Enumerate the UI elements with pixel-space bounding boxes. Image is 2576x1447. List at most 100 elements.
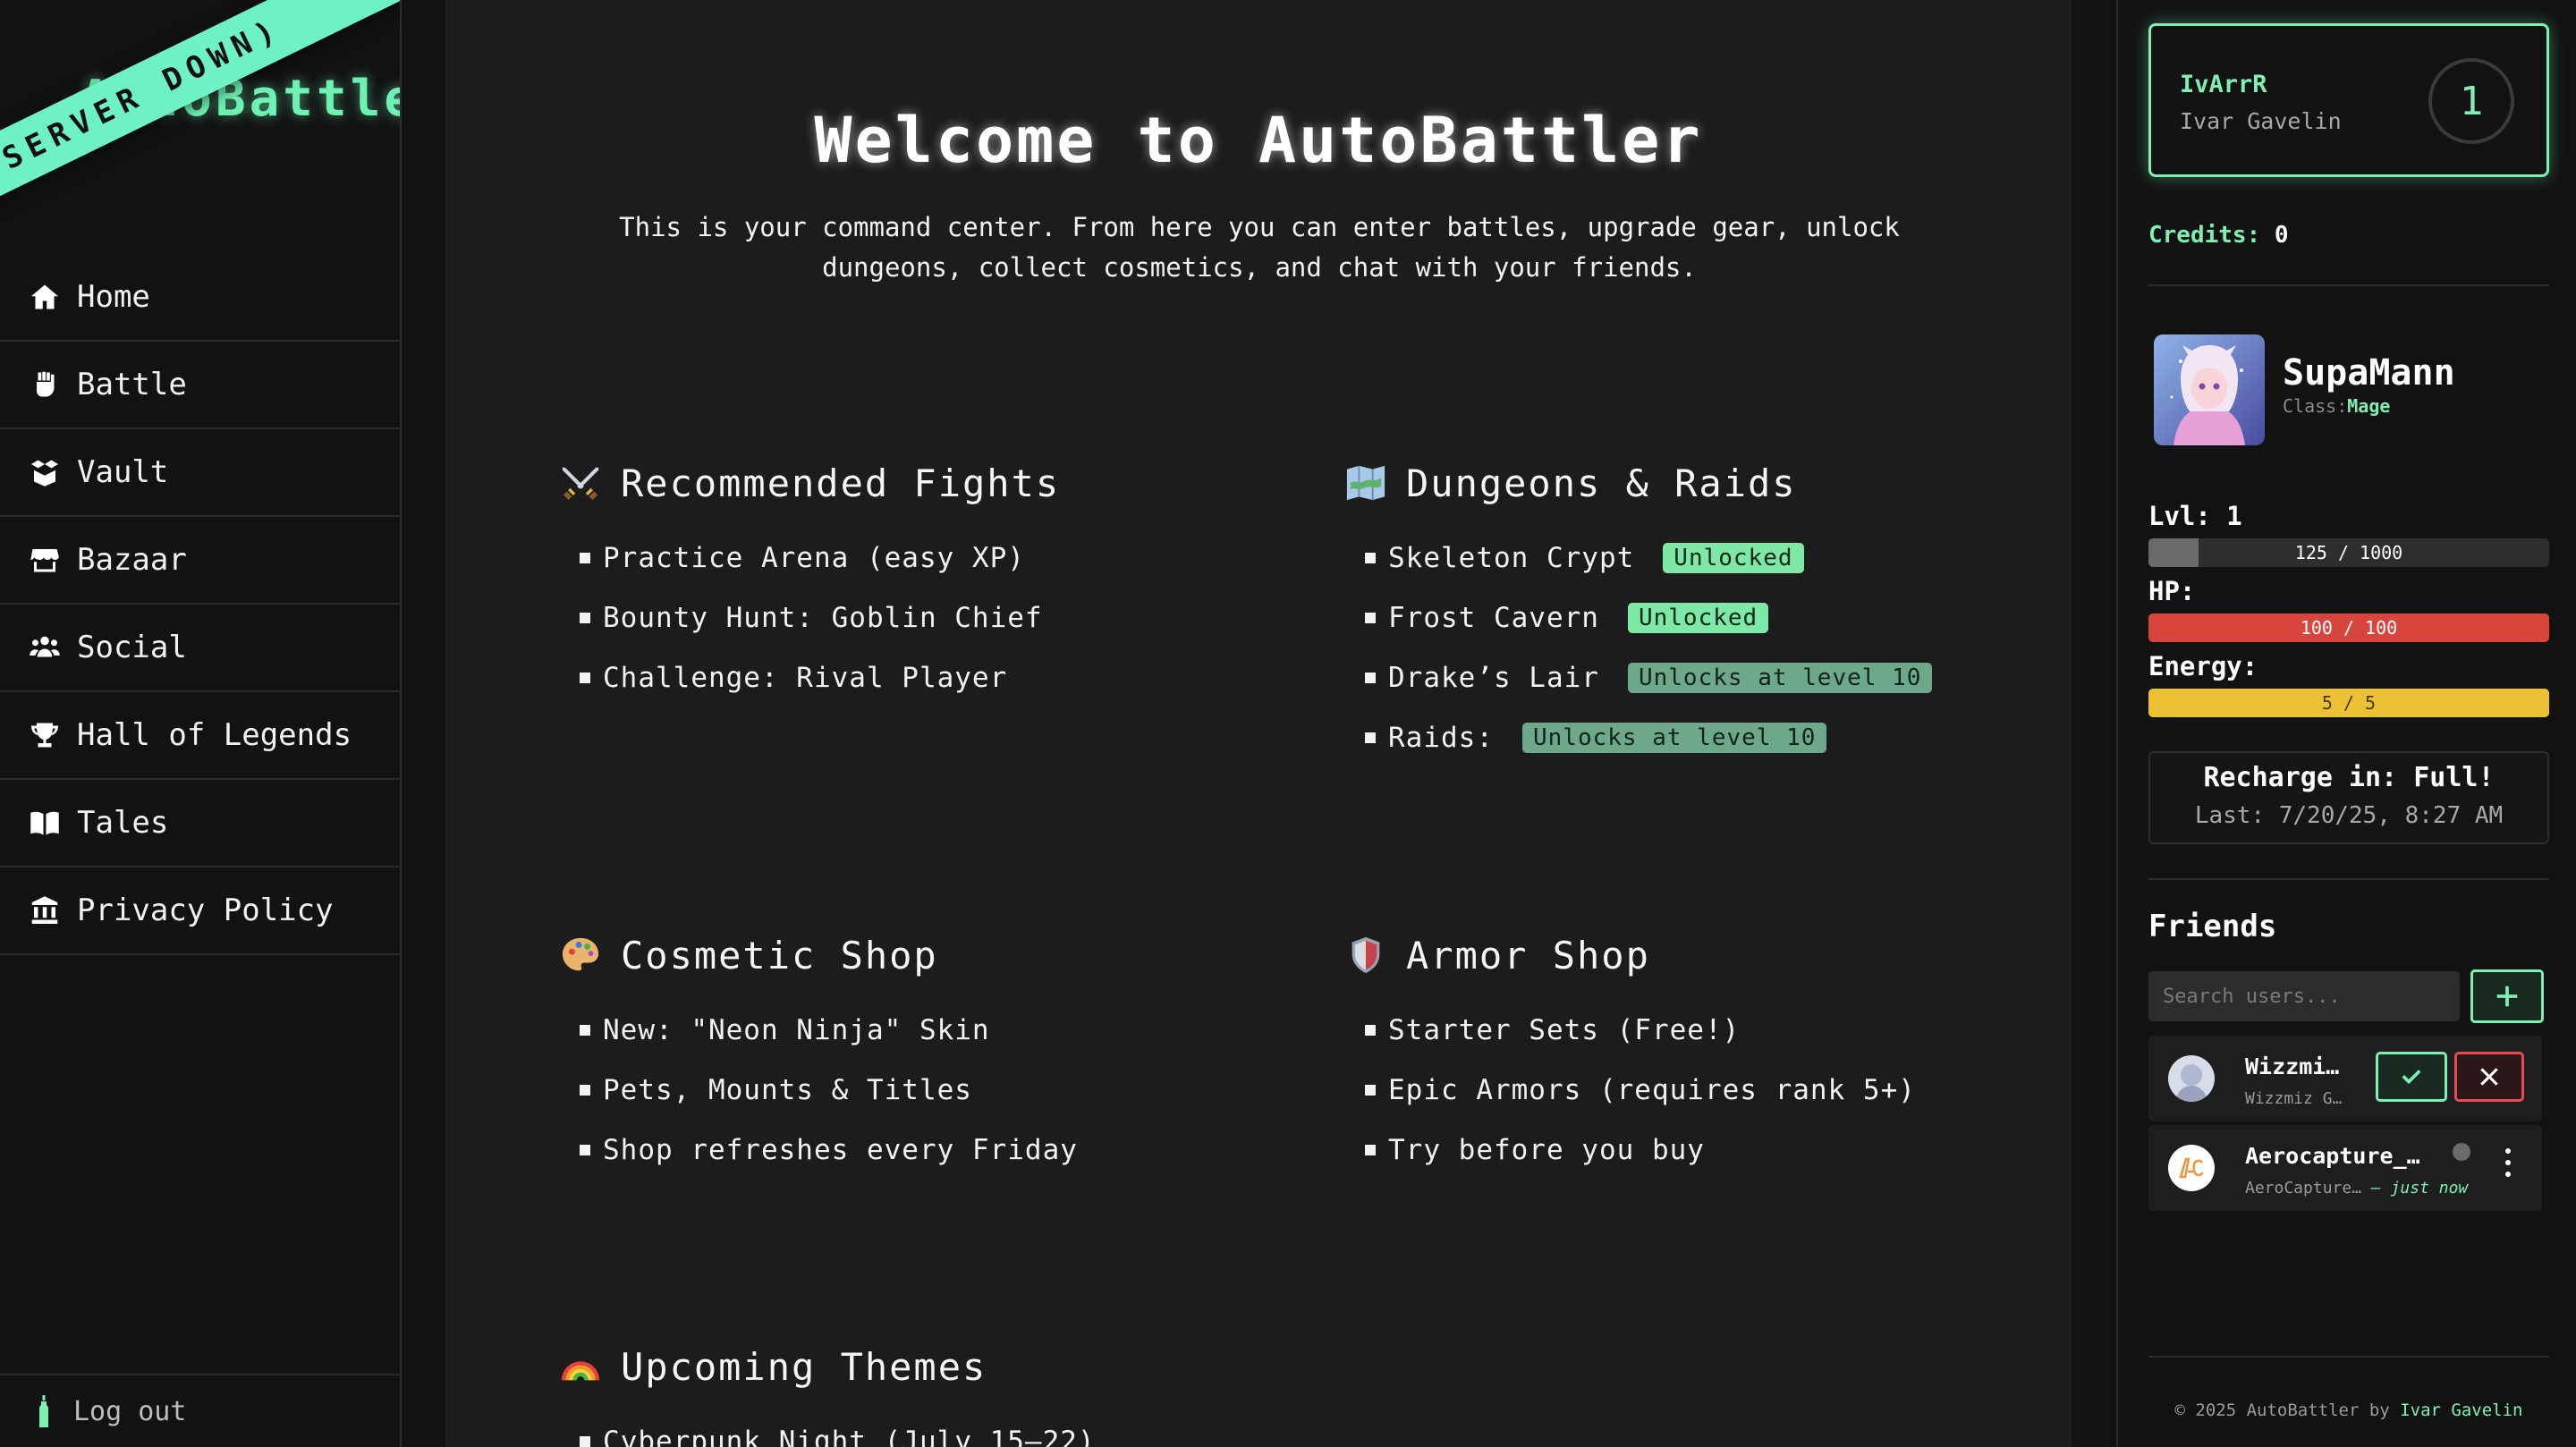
main-content: Welcome to AutoBattler This is your comm…	[445, 0, 2072, 1447]
profile-fullname: Ivar Gavelin	[2180, 108, 2342, 134]
section-title-text: Upcoming Themes	[621, 1344, 987, 1389]
friend-username: Aerocapture_…	[2245, 1143, 2420, 1169]
friend-name: AeroCapture… – just now	[2245, 1179, 2469, 1197]
energy-label: Energy:	[2148, 651, 2258, 681]
credits-label: Credits:	[2148, 222, 2261, 249]
level-badge: 1	[2428, 58, 2514, 144]
sidebar-nav: Home Battle Vault Bazaar Social Hall of …	[0, 254, 400, 955]
energy-bar: 5 / 5	[2148, 689, 2549, 717]
list-item[interactable]: Challenge: Rival Player	[560, 647, 1275, 707]
last-seen: – just now	[2370, 1179, 2469, 1197]
plus-icon	[2496, 986, 2518, 1007]
list-item[interactable]: Epic Armors (requires rank 5+)	[1345, 1060, 2061, 1120]
section-upcoming-themes: Upcoming Themes Cyberpunk Night (July 15…	[560, 1340, 1275, 1447]
friend-search-input[interactable]	[2148, 971, 2460, 1021]
section-title: Upcoming Themes	[560, 1340, 1275, 1393]
shield-icon	[1345, 935, 1386, 976]
hp-bar: 100 / 100	[2148, 613, 2549, 642]
logout-button[interactable]: Log out	[0, 1374, 400, 1447]
sidebar-item-vault[interactable]: Vault	[0, 429, 400, 517]
sidebar-item-label: Privacy Policy	[77, 893, 334, 928]
divider	[2148, 1356, 2549, 1358]
list-item[interactable]: Shop refreshes every Friday	[560, 1120, 1275, 1180]
footer-author-link[interactable]: Ivar Gavelin	[2400, 1400, 2522, 1420]
character-avatar[interactable]	[2154, 334, 2265, 445]
credits-value: 0	[2274, 222, 2289, 249]
sidebar-item-label: Bazaar	[77, 542, 187, 578]
section-title-text: Armor Shop	[1406, 933, 1650, 977]
friend-avatar	[2168, 1145, 2215, 1191]
recharge-last: Last: 7/20/25, 8:27 AM	[2194, 802, 2504, 829]
sidebar-item-hall-of-legends[interactable]: Hall of Legends	[0, 692, 400, 780]
rainbow-icon	[560, 1346, 601, 1387]
section-title-text: Recommended Fights	[621, 461, 1061, 505]
section-dungeons-raids: Dungeons & Raids Skeleton Crypt Unlocked …	[1345, 456, 2061, 767]
section-title-text: Dungeons & Raids	[1406, 461, 1797, 505]
section-recommended-fights: Recommended Fights Practice Arena (easy …	[560, 456, 1275, 707]
sidebar-item-battle[interactable]: Battle	[0, 342, 400, 429]
more-options-icon[interactable]	[2499, 1145, 2517, 1180]
list-item[interactable]: New: "Neon Ninja" Skin	[560, 1000, 1275, 1060]
close-icon	[2480, 1068, 2498, 1086]
list-item[interactable]: Frost Cavern Unlocked	[1345, 588, 2061, 647]
sidebar-item-privacy-policy[interactable]: Privacy Policy	[0, 867, 400, 955]
list-item[interactable]: Drake’s Lair Unlocks at level 10	[1345, 647, 2061, 707]
xp-bar: 125 / 1000	[2148, 538, 2549, 567]
shop-icon	[27, 542, 63, 578]
profile-card[interactable]: IvArrR Ivar Gavelin 1	[2148, 23, 2549, 177]
list-item[interactable]: Practice Arena (easy XP)	[560, 528, 1275, 588]
fights-list: Practice Arena (easy XP) Bounty Hunt: Go…	[560, 528, 1275, 707]
friends-title: Friends	[2148, 909, 2277, 944]
profile-username: IvArrR	[2180, 71, 2267, 98]
decline-request-button[interactable]	[2454, 1052, 2524, 1102]
section-title: Dungeons & Raids	[1345, 456, 2061, 510]
list-item[interactable]: Pets, Mounts & Titles	[560, 1060, 1275, 1120]
friend-username: Wizzmi…	[2245, 1054, 2340, 1079]
sidebar-item-label: Hall of Legends	[77, 717, 352, 753]
section-title: Cosmetic Shop	[560, 928, 1275, 982]
list-item[interactable]: Raids: Unlocks at level 10	[1345, 707, 2061, 767]
list-item[interactable]: Cyberpunk Night (July 15–22)	[560, 1411, 1275, 1447]
sidebar-item-label: Home	[77, 279, 150, 315]
status-badge: Unlocks at level 10	[1627, 662, 1933, 693]
list-item[interactable]: Try before you buy	[1345, 1120, 2061, 1180]
divider	[2148, 284, 2549, 286]
section-cosmetic-shop: Cosmetic Shop New: "Neon Ninja" Skin Pet…	[560, 928, 1275, 1180]
level-label: Lvl: 1	[2148, 501, 2242, 531]
sidebar-item-home[interactable]: Home	[0, 254, 400, 342]
crossed-swords-icon	[560, 462, 601, 503]
sidebar-item-label: Battle	[77, 367, 187, 402]
sidebar-item-bazaar[interactable]: Bazaar	[0, 517, 400, 605]
sidebar-item-label: Social	[77, 630, 187, 665]
logout-label: Log out	[73, 1395, 187, 1427]
credits-display: Credits: 0	[2148, 222, 2289, 249]
sidebar: AutoBattler (SERVER DOWN) Home Battle Va…	[0, 0, 402, 1447]
section-armor-shop: Armor Shop Starter Sets (Free!) Epic Arm…	[1345, 928, 2061, 1180]
box-open-icon	[27, 454, 63, 490]
page-subtitle: This is your command center. From here y…	[619, 212, 1900, 283]
section-title-text: Cosmetic Shop	[621, 933, 938, 977]
friend-request-item: Wizzmi… Wizzmiz G…	[2148, 1036, 2542, 1121]
character-name: SupaMann	[2283, 352, 2455, 393]
accept-request-button[interactable]	[2376, 1052, 2447, 1102]
map-icon	[1345, 462, 1386, 503]
right-panel: IvArrR Ivar Gavelin 1 Credits: 0 SupaMan…	[2116, 0, 2576, 1447]
recharge-panel: Recharge in: Full! Last: 7/20/25, 8:27 A…	[2148, 751, 2549, 844]
sidebar-item-label: Tales	[77, 805, 169, 841]
hp-bar-text: 100 / 100	[2300, 617, 2398, 639]
list-item[interactable]: Starter Sets (Free!)	[1345, 1000, 2061, 1060]
sidebar-item-social[interactable]: Social	[0, 605, 400, 692]
list-item[interactable]: Bounty Hunt: Goblin Chief	[560, 588, 1275, 647]
hp-label: HP:	[2148, 576, 2196, 606]
status-badge: Unlocked	[1627, 602, 1769, 633]
status-badge: Unlocks at level 10	[1521, 722, 1827, 753]
recharge-status: Recharge in: Full!	[2203, 762, 2495, 793]
list-item[interactable]: Skeleton Crypt Unlocked	[1345, 528, 2061, 588]
character-class: Class:Mage	[2283, 395, 2391, 417]
status-badge: Unlocked	[1663, 542, 1804, 573]
offline-status-dot	[2453, 1143, 2470, 1161]
friend-item[interactable]: Aerocapture_… AeroCapture… – just now	[2148, 1125, 2542, 1211]
cosmetic-list: New: "Neon Ninja" Skin Pets, Mounts & Ti…	[560, 1000, 1275, 1180]
add-friend-button[interactable]	[2470, 969, 2544, 1023]
sidebar-item-tales[interactable]: Tales	[0, 780, 400, 867]
